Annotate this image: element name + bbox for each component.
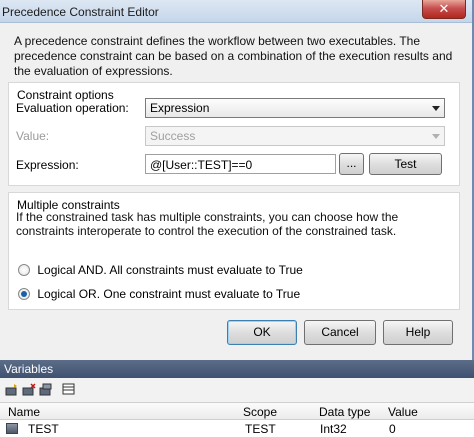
delete-variable-icon[interactable] bbox=[22, 383, 36, 396]
column-header-scope[interactable]: Scope bbox=[243, 405, 277, 419]
table-row[interactable]: TEST TEST Int32 0 bbox=[0, 420, 474, 437]
radio-button-selected[interactable] bbox=[18, 288, 30, 300]
constraint-options-heading: Constraint options bbox=[17, 88, 114, 102]
value-label: Value: bbox=[16, 129, 50, 143]
column-header-name[interactable]: Name bbox=[8, 405, 40, 419]
dialog-description: A precedence constraint defines the work… bbox=[14, 34, 453, 78]
choose-columns-icon[interactable] bbox=[62, 383, 76, 396]
variable-scope[interactable]: TEST bbox=[245, 422, 276, 436]
value-dropdown-value: Success bbox=[150, 129, 196, 143]
logical-or-option[interactable]: Logical OR. One constraint must evaluate… bbox=[18, 287, 300, 301]
variables-toolbar bbox=[0, 378, 474, 403]
variable-value[interactable]: 0 bbox=[389, 422, 396, 436]
dialog-title: Precedence Constraint Editor bbox=[2, 5, 159, 19]
chevron-down-icon bbox=[432, 134, 440, 139]
help-button[interactable]: Help bbox=[383, 320, 453, 345]
variable-data-type[interactable]: Int32 bbox=[320, 422, 347, 436]
column-header-value[interactable]: Value bbox=[388, 405, 418, 419]
variable-name[interactable]: TEST bbox=[28, 422, 59, 436]
logical-and-label: Logical AND. All constraints must evalua… bbox=[37, 263, 303, 277]
expression-label: Expression: bbox=[16, 158, 79, 172]
radio-button[interactable] bbox=[18, 264, 30, 276]
chevron-down-icon bbox=[432, 106, 440, 111]
close-button[interactable]: ✕ bbox=[422, 0, 466, 19]
test-button[interactable]: Test bbox=[369, 153, 442, 175]
precedence-constraint-editor-dialog: Precedence Constraint Editor ✕ A precede… bbox=[0, 0, 474, 360]
expression-input[interactable] bbox=[145, 154, 336, 174]
title-bar: Precedence Constraint Editor ✕ bbox=[0, 0, 472, 23]
evaluation-operation-value: Expression bbox=[150, 101, 210, 115]
multiple-constraints-help: If the constrained task has multiple con… bbox=[16, 210, 399, 238]
logical-or-label: Logical OR. One constraint must evaluate… bbox=[37, 287, 301, 301]
expression-browse-button[interactable]: ... bbox=[339, 153, 364, 175]
show-system-variables-icon[interactable] bbox=[39, 383, 53, 396]
evaluation-operation-dropdown[interactable]: Expression bbox=[145, 98, 445, 118]
cancel-button[interactable]: Cancel bbox=[304, 320, 376, 345]
variables-grid-header: Name Scope Data type Value bbox=[0, 403, 474, 420]
close-icon: ✕ bbox=[438, 1, 450, 16]
variables-title: Variables bbox=[0, 360, 474, 378]
value-dropdown: Success bbox=[145, 126, 445, 146]
column-header-data-type[interactable]: Data type bbox=[319, 405, 370, 419]
add-variable-icon[interactable] bbox=[5, 383, 19, 396]
ok-button[interactable]: OK bbox=[227, 320, 297, 345]
logical-and-option[interactable]: Logical AND. All constraints must evalua… bbox=[18, 263, 303, 277]
variable-icon bbox=[6, 423, 18, 434]
variables-pane: Variables Name Scope Data type Value TES… bbox=[0, 360, 474, 437]
evaluation-operation-label: Evaluation operation: bbox=[16, 101, 129, 115]
